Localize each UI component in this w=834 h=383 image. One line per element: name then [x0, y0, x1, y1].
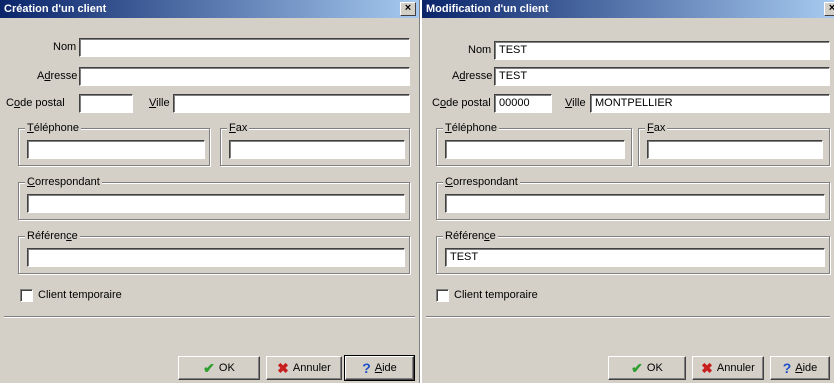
- code-postal-label: Code postal: [432, 97, 491, 109]
- telephone-field[interactable]: [445, 140, 625, 159]
- question-mark-icon: ?: [362, 360, 371, 377]
- separator: [426, 316, 830, 318]
- annuler-button[interactable]: ✖ Annuler: [692, 356, 764, 380]
- question-mark-icon: ?: [782, 360, 792, 377]
- close-button[interactable]: ×: [824, 2, 834, 16]
- separator: [4, 316, 415, 318]
- close-icon: ×: [828, 2, 834, 14]
- client-temporaire-label: Client temporaire: [38, 289, 122, 301]
- reference-group: Référence TEST: [436, 230, 830, 274]
- reference-label: Référence: [25, 230, 80, 242]
- reference-group: Référence: [18, 230, 410, 274]
- client-temporaire-checkbox[interactable]: [436, 289, 449, 302]
- correspondant-field[interactable]: [27, 194, 405, 213]
- adresse-label: Adresse: [37, 70, 78, 82]
- nom-label: Nom: [53, 41, 77, 53]
- client-temporaire-label: Client temporaire: [454, 289, 538, 301]
- reference-label: Référence: [443, 230, 498, 242]
- code-postal-field[interactable]: 00000: [494, 94, 552, 113]
- telephone-label: Téléphone: [25, 122, 82, 134]
- annuler-button[interactable]: ✖ Annuler: [266, 356, 342, 380]
- adresse-field[interactable]: [79, 67, 410, 86]
- modification-client-dialog: Modification d'un client × Nom TEST Adre…: [422, 0, 834, 383]
- fax-label: Fax: [645, 122, 668, 134]
- correspondant-group: Correspondant: [18, 176, 410, 220]
- reference-field[interactable]: [27, 248, 405, 267]
- ville-label: Ville: [149, 97, 170, 109]
- adresse-field[interactable]: TEST: [494, 67, 830, 86]
- telephone-group: Téléphone: [18, 122, 210, 166]
- ville-field[interactable]: [173, 94, 410, 113]
- red-x-icon: ✖: [701, 360, 713, 377]
- code-postal-field[interactable]: [79, 94, 133, 113]
- fax-field[interactable]: [229, 140, 405, 159]
- telephone-group: Téléphone: [436, 122, 632, 166]
- ok-button[interactable]: ✔ OK: [178, 356, 260, 380]
- fax-group: Fax: [220, 122, 410, 166]
- fax-field[interactable]: [647, 140, 823, 159]
- telephone-label: Téléphone: [443, 122, 500, 134]
- dialog-title: Création d'un client: [0, 0, 419, 18]
- close-button[interactable]: ×: [400, 2, 416, 16]
- ville-label: Ville: [565, 97, 586, 109]
- code-postal-label: Code postal: [6, 97, 65, 109]
- correspondant-field[interactable]: [445, 194, 825, 213]
- fax-group: Fax: [638, 122, 830, 166]
- client-temporaire-checkbox[interactable]: [20, 289, 33, 302]
- correspondant-label: Correspondant: [25, 176, 102, 188]
- nom-field[interactable]: [79, 38, 410, 57]
- telephone-field[interactable]: [27, 140, 205, 159]
- adresse-label: Adresse: [452, 70, 493, 82]
- checkmark-icon: ✔: [203, 360, 215, 377]
- correspondant-label: Correspondant: [443, 176, 520, 188]
- aide-button[interactable]: ? Aide: [344, 355, 415, 381]
- correspondant-group: Correspondant: [436, 176, 830, 220]
- nom-label: Nom: [468, 44, 492, 56]
- nom-field[interactable]: TEST: [494, 41, 830, 60]
- dialog-title: Modification d'un client: [422, 0, 834, 18]
- checkmark-icon: ✔: [631, 360, 643, 377]
- close-icon: ×: [404, 2, 412, 14]
- ville-field[interactable]: MONTPELLIER: [590, 94, 830, 113]
- creation-client-dialog: Création d'un client × Nom Adresse Code …: [0, 0, 420, 383]
- red-x-icon: ✖: [277, 360, 289, 377]
- fax-label: Fax: [227, 122, 250, 134]
- aide-button[interactable]: ? Aide: [770, 356, 830, 380]
- reference-field[interactable]: TEST: [445, 248, 825, 267]
- ok-button[interactable]: ✔ OK: [608, 356, 686, 380]
